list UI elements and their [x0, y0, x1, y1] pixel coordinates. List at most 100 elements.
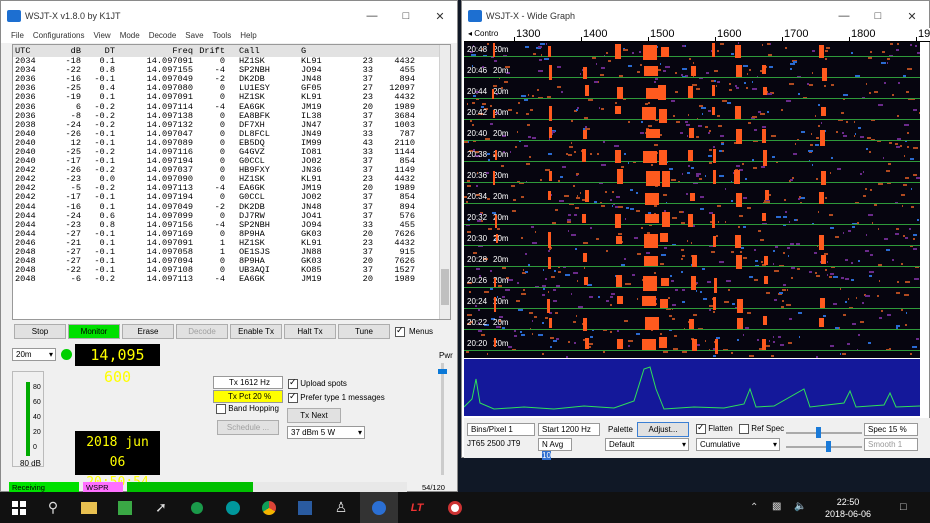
chrome-icon[interactable]	[250, 492, 288, 523]
decoded-messages-table[interactable]: UTC dB DT Freq Drift Call G 2034 -18 0.1 14.09709…	[12, 44, 451, 320]
waterfall-noise	[817, 104, 820, 107]
menu-file[interactable]: File	[11, 31, 24, 43]
waterfall-display[interactable]: 20:48 20m 20:46 20m 20:44 20m 20:42 20m 20:40 20m…	[464, 42, 920, 358]
tx-next-button[interactable]: Tx Next	[287, 408, 341, 423]
notifications-icon[interactable]: □	[900, 501, 907, 513]
maximize-icon[interactable]: □	[389, 10, 423, 23]
app-green-icon[interactable]	[106, 492, 144, 523]
app-circle-icon[interactable]	[436, 492, 474, 523]
upload-spots-checkbox[interactable]	[288, 377, 298, 389]
enable-tx-button[interactable]: Enable Tx	[230, 324, 282, 339]
app-gear-icon[interactable]	[178, 492, 216, 523]
smooth-spinbox[interactable]: Smooth 1	[864, 438, 918, 451]
search-icon[interactable]: ⚲	[34, 492, 72, 523]
table-row[interactable]: 2048 -6 -0.2 14.097113 -4 EA6GK JM19 20 1989	[13, 275, 450, 284]
minimize-icon[interactable]: —	[355, 10, 389, 23]
band-select[interactable]: 20m ▾	[12, 348, 56, 361]
power-select[interactable]: 37 dBm 5 W ▾	[287, 426, 365, 439]
waterfall-noise	[574, 151, 576, 154]
menu-mode[interactable]: Mode	[120, 31, 140, 43]
tray-clock[interactable]: 22:50 2018-06-06	[818, 496, 878, 520]
close-icon[interactable]: ✕	[423, 10, 457, 23]
power-slider-thumb[interactable]	[438, 369, 447, 374]
time-value: 20:44	[467, 87, 488, 96]
navg-spinbox[interactable]: N Avg 10	[538, 438, 572, 460]
file-explorer-icon[interactable]	[70, 492, 108, 523]
waterfall-noise	[653, 271, 657, 274]
spec-pct-spinbox[interactable]: Spec 15 %	[864, 423, 918, 436]
waterfall-noise	[840, 276, 844, 279]
waterfall-signal	[494, 296, 497, 312]
gain-slider-thumb[interactable]	[816, 427, 821, 438]
tx-pct-spinbox[interactable]: Tx Pct 20 %	[213, 390, 283, 403]
windows-start-icon[interactable]	[0, 492, 38, 523]
palette-select[interactable]: Default ▾	[605, 438, 689, 451]
start-freq-spinbox[interactable]: Start 1200 Hz	[538, 423, 600, 436]
waterfall-noise	[724, 301, 729, 304]
zero-slider-thumb[interactable]	[826, 441, 831, 452]
bins-pixel-spinbox[interactable]: Bins/Pixel 1	[467, 423, 535, 436]
waterfall-noise	[636, 333, 641, 336]
freq-tick-label: 19	[918, 28, 930, 40]
tune-button[interactable]: Tune	[338, 324, 390, 339]
waterfall-noise	[811, 71, 814, 74]
minimize-icon[interactable]: —	[827, 10, 861, 23]
power-value: 37 dBm 5 W	[291, 428, 336, 437]
tray-chevron-icon[interactable]: ⌃	[750, 502, 758, 513]
virtualbox-icon[interactable]	[286, 492, 324, 523]
column-header: Drift	[199, 45, 225, 56]
wsjtx-taskbar-icon[interactable]	[360, 492, 398, 523]
menu-help[interactable]: Help	[240, 31, 256, 43]
waterfall-noise	[911, 187, 913, 190]
schedule-button[interactable]: Schedule ...	[217, 420, 279, 435]
decode-button[interactable]: Decode	[176, 324, 228, 339]
menus-checkbox[interactable]	[395, 325, 405, 337]
waterfall-noise	[896, 146, 901, 149]
frequency-axis: ◂ Contro 1300 1400 1500 1600 1700 1800 19	[464, 28, 930, 42]
monitor-button[interactable]: Monitor	[68, 324, 120, 339]
waterfall-noise	[467, 231, 471, 234]
waterfall-time-label: 20:34 20m	[467, 192, 509, 201]
time-value: 20:46	[467, 66, 488, 75]
waterfall-noise	[624, 217, 627, 220]
menu-view[interactable]: View	[93, 31, 110, 43]
network-icon[interactable]: ▩	[772, 501, 781, 512]
menu-save[interactable]: Save	[185, 31, 203, 43]
flatten-checkbox[interactable]	[696, 422, 706, 434]
band-hopping-checkbox[interactable]	[216, 404, 226, 414]
table-scrollbar[interactable]	[439, 45, 450, 319]
stop-button[interactable]: Stop	[14, 324, 66, 339]
waterfall-noise	[664, 65, 670, 68]
lt-app-icon[interactable]: LT	[398, 492, 436, 523]
controls-toggle[interactable]: ◂ Contro	[468, 29, 498, 38]
power-slider[interactable]	[438, 363, 447, 475]
ref-spec-checkbox[interactable]	[739, 424, 749, 434]
waterfall-signal	[659, 232, 668, 242]
menu-configurations[interactable]: Configurations	[33, 31, 85, 43]
waterfall-signal	[642, 151, 657, 163]
tx-frequency-spinbox[interactable]: Tx 1612 Hz	[213, 376, 283, 389]
app-figure-icon[interactable]: ♙	[322, 492, 360, 523]
waterfall-signal	[642, 106, 657, 121]
adjust-button[interactable]: Adjust...	[637, 422, 689, 437]
waterfall-noise	[916, 176, 920, 179]
scroll-thumb[interactable]	[441, 269, 449, 305]
erase-button[interactable]: Erase	[122, 324, 174, 339]
gain-sliders[interactable]	[786, 422, 862, 454]
waterfall-signal	[492, 88, 494, 100]
arduino-icon[interactable]	[214, 492, 252, 523]
spectrum-type-select[interactable]: Cumulative ▾	[696, 438, 780, 451]
menu-decode[interactable]: Decode	[149, 31, 177, 43]
menu-tools[interactable]: Tools	[213, 31, 232, 43]
close-icon[interactable]: ✕	[895, 10, 929, 23]
waterfall-noise	[761, 261, 764, 264]
halt-tx-button[interactable]: Halt Tx	[284, 324, 336, 339]
maximize-icon[interactable]: □	[861, 10, 895, 23]
meter-tick-label: 80	[33, 384, 41, 391]
waterfall-noise	[831, 83, 834, 86]
waterfall-noise	[764, 199, 766, 202]
prefer-type1-checkbox[interactable]	[288, 391, 298, 403]
volume-icon[interactable]: 🔈	[794, 501, 806, 512]
waterfall-noise	[720, 135, 725, 138]
tool-icon[interactable]: ➚	[142, 492, 180, 523]
